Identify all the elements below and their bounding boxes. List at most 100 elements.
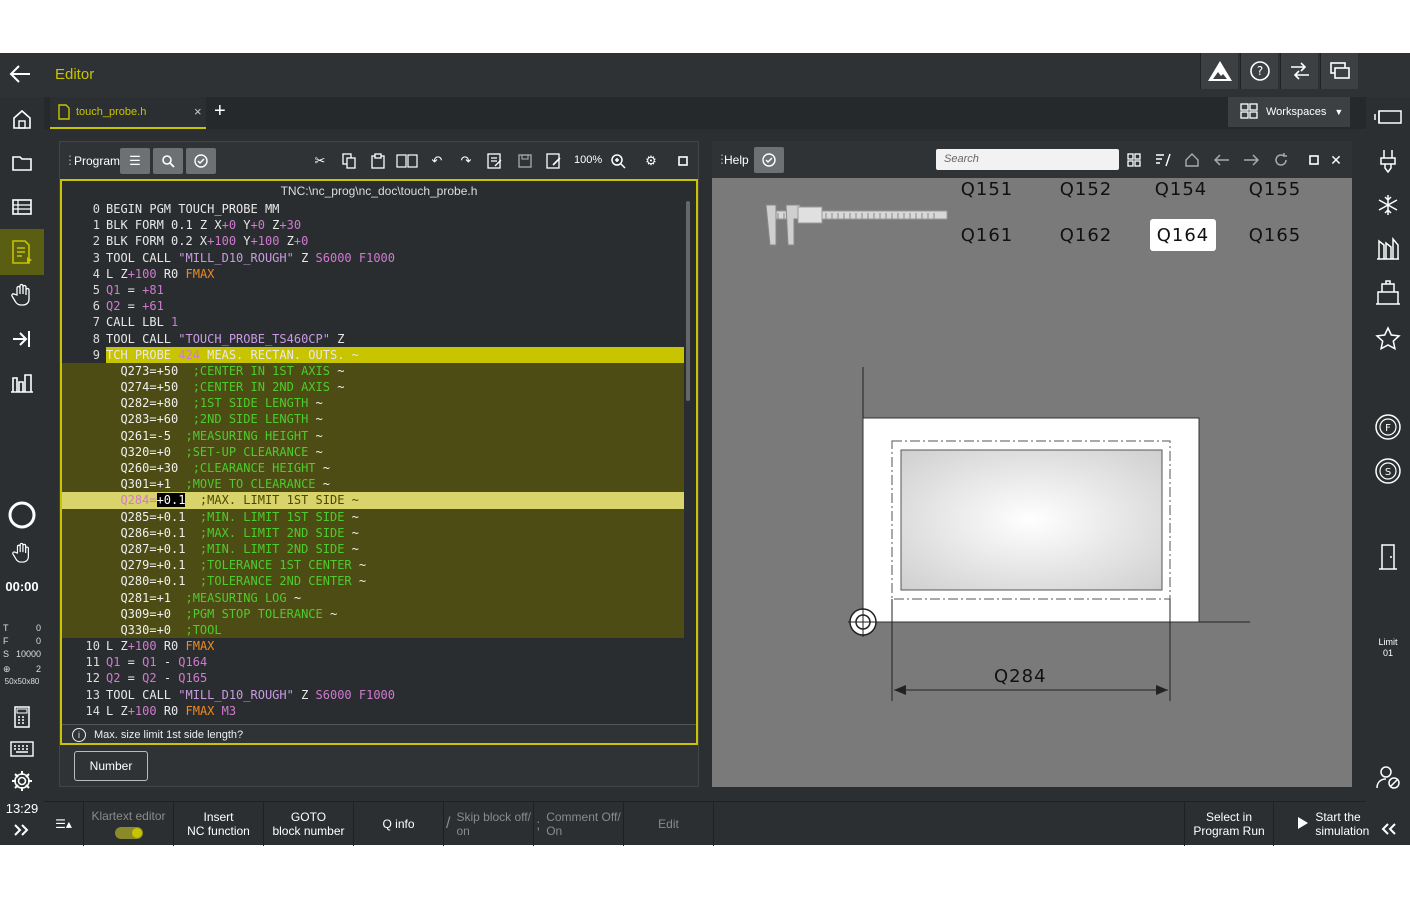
code-line[interactable]: Q274=+50 ;CENTER IN 2ND AXIS ~ [62,379,684,396]
code-line[interactable]: 5 Q1 = +81 [62,282,684,298]
line-number: 5 [92,282,100,297]
manual-hand-icon[interactable] [0,275,44,315]
cut-icon[interactable]: ✂ [305,148,335,174]
table-tools-icon[interactable] [1366,229,1410,269]
home-icon[interactable] [0,99,44,139]
code-line[interactable]: 9 TCH PROBE 424 MEAS. RECTAN. OUTS. ~ [62,346,684,363]
double-chevron-left-icon[interactable] [1366,811,1410,847]
edit-doc-icon[interactable] [480,148,510,174]
double-chevron-right-icon[interactable] [0,813,44,847]
code-line[interactable]: 7 CALL LBL 1 [62,314,684,330]
code-line[interactable]: Q279=+0.1 ;TOLERANCE 1ST CENTER ~ [62,557,684,574]
klartext-toggle[interactable]: Klartext editor [84,802,174,846]
transfer-icon[interactable] [1280,53,1318,89]
code-line[interactable]: Q301=+1 ;MOVE TO CLEARANCE ~ [62,476,684,493]
workpiece-icon[interactable] [1366,273,1410,313]
paste-icon[interactable] [363,148,393,174]
door-icon[interactable] [1366,537,1410,577]
start-simulation-button[interactable]: Start the simulation [1274,802,1369,846]
compare-icon[interactable] [392,148,422,174]
code-line[interactable]: Q287=+0.1 ;MIN. LIMIT 2ND SIDE ~ [62,540,684,558]
code-line[interactable]: Q260=+30 ;CLEARANCE HEIGHT ~ [62,460,684,477]
code-line[interactable]: Q280=+0.1 ;TOLERANCE 2ND CENTER ~ [62,573,684,590]
help-circle-icon[interactable]: ? [1240,53,1278,89]
code-line[interactable]: Q273=+50 ;CENTER IN 1ST AXIS ~ [62,362,684,380]
tab-touch-probe[interactable]: touch_probe.h × [50,97,206,129]
machine-icon[interactable] [0,363,44,403]
hand-icon[interactable] [0,533,44,573]
select-program-run-button[interactable]: Select in Program Run [1184,802,1274,846]
q-info-button[interactable]: Q info [354,802,444,846]
code-line[interactable]: Q281=+1 ;MEASURING LOG ~ [62,589,684,606]
check-circle-icon[interactable] [186,148,216,174]
code-token: L Z [106,639,128,654]
status-panel-icon[interactable] [1366,97,1410,137]
table-icon[interactable] [0,187,44,227]
code-token: +30 [279,218,302,233]
goto-block-button[interactable]: GOTO block number [264,802,354,846]
maximize-icon[interactable] [668,148,698,174]
code-line[interactable]: Q309=+0 ;PGM STOP TOLERANCE ~ [62,605,684,622]
spindle-override-icon[interactable]: S [1366,451,1410,491]
zoom-in-icon[interactable] [603,148,633,174]
edit-button[interactable]: Edit [624,802,714,846]
code-line[interactable]: 11 Q1 = Q1 - Q164 [62,654,684,670]
program-run-icon[interactable] [0,319,44,359]
undo-icon[interactable]: ↶ [422,148,452,174]
code-line[interactable]: 14 L Z+100 R0 FMAX M3 [62,703,684,719]
code-line[interactable]: 6 Q2 = +61 [62,298,684,314]
add-tab-button[interactable]: + [214,100,226,123]
search-icon[interactable] [153,148,183,174]
copy-icon[interactable] [334,148,364,174]
code-line[interactable]: Q284=+0.1 ;MAX. LIMIT 1ST SIDE ~ [62,492,684,509]
back-arrow-icon[interactable] [8,63,36,87]
code-line[interactable]: 3 TOOL CALL "MILL_D10_ROUGH" Z S6000 F100… [62,250,684,266]
folder-icon[interactable] [0,143,44,183]
code-line[interactable]: Q286=+0.1 ;MAX. LIMIT 2ND SIDE ~ [62,524,684,541]
editor-icon[interactable] [0,229,44,275]
code-token: R0 [156,266,186,281]
code-token: ~ [344,493,359,508]
redo-icon[interactable]: ↷ [451,148,481,174]
close-icon[interactable]: × [194,104,202,119]
tool-icon[interactable] [1366,141,1410,181]
warning-triangle-icon[interactable] [1200,53,1238,89]
code-line[interactable]: 8 TOOL CALL "TOUCH_PROBE_TS460CP" Z [62,331,684,347]
skip-block-toggle[interactable]: / Skip block off/ on [444,802,534,846]
menu-toggle-icon[interactable]: ☰▴ [44,802,84,846]
code-line[interactable]: Q320=+0 ;SET-UP CLEARANCE ~ [62,443,684,460]
code-editor[interactable]: TNC:\nc_prog\nc_doc\touch_probe.h 0 BEGIN… [60,179,698,745]
save-as-icon[interactable] [539,148,569,174]
scrollbar[interactable] [686,201,690,401]
feed-override-icon[interactable]: F [1366,407,1410,447]
program-panel: ⋮ Program ☰ ✂ ↶ ↷ 100% ⚙ TNC:\nc_prog\nc… [59,141,699,787]
insert-nc-function-button[interactable]: Insert NC function [174,802,264,846]
settings-gear-icon[interactable]: ⚙ [636,148,666,174]
user-icon[interactable] [1366,757,1410,797]
code-line[interactable]: Q282=+80 ;1ST SIDE LENGTH ~ [62,395,684,412]
code-line[interactable]: Q330=+0 ;TOOL [62,621,684,639]
number-button[interactable]: Number [74,751,148,781]
code-line[interactable]: Q285=+0.1 ;MIN. LIMIT 1ST SIDE ~ [62,508,684,525]
list-view-icon[interactable]: ☰ [120,148,150,174]
klartext-switch[interactable] [114,827,143,839]
code-line[interactable]: Q283=+60 ;2ND SIDE LENGTH ~ [62,411,684,428]
code-line[interactable]: 2 BLK FORM 0.2 X+100 Y+100 Z+0 [62,233,684,249]
windows-icon[interactable] [1320,53,1358,89]
coolant-snowflake-icon[interactable] [1366,185,1410,225]
code-line[interactable]: 4 L Z+100 R0 FMAX [62,266,684,282]
code-line[interactable]: 13 TOOL CALL "MILL_D10_ROUGH" Z S6000 F10… [62,687,684,703]
code-line[interactable]: 12 Q2 = Q2 - Q165 [62,670,684,686]
code-token: +100 [127,703,157,718]
star-icon[interactable] [1366,319,1410,359]
workspaces-button[interactable]: Workspaces ▼ [1228,97,1350,127]
comment-toggle[interactable]: ; Comment Off/ On [534,802,624,846]
save-icon[interactable] [510,148,540,174]
cycle-circle-icon[interactable] [0,497,44,533]
gear-icon[interactable] [0,761,44,801]
code-line[interactable]: Q261=-5 ;MEASURING HEIGHT ~ [62,427,684,444]
code-line[interactable]: 0 BEGIN PGM TOUCH_PROBE MM [62,201,684,217]
code-line[interactable]: 10 L Z+100 R0 FMAX [62,638,684,654]
code-token: TOOL CALL [106,687,179,702]
code-line[interactable]: 1 BLK FORM 0.1 Z X+0 Y+0 Z+30 [62,217,684,233]
